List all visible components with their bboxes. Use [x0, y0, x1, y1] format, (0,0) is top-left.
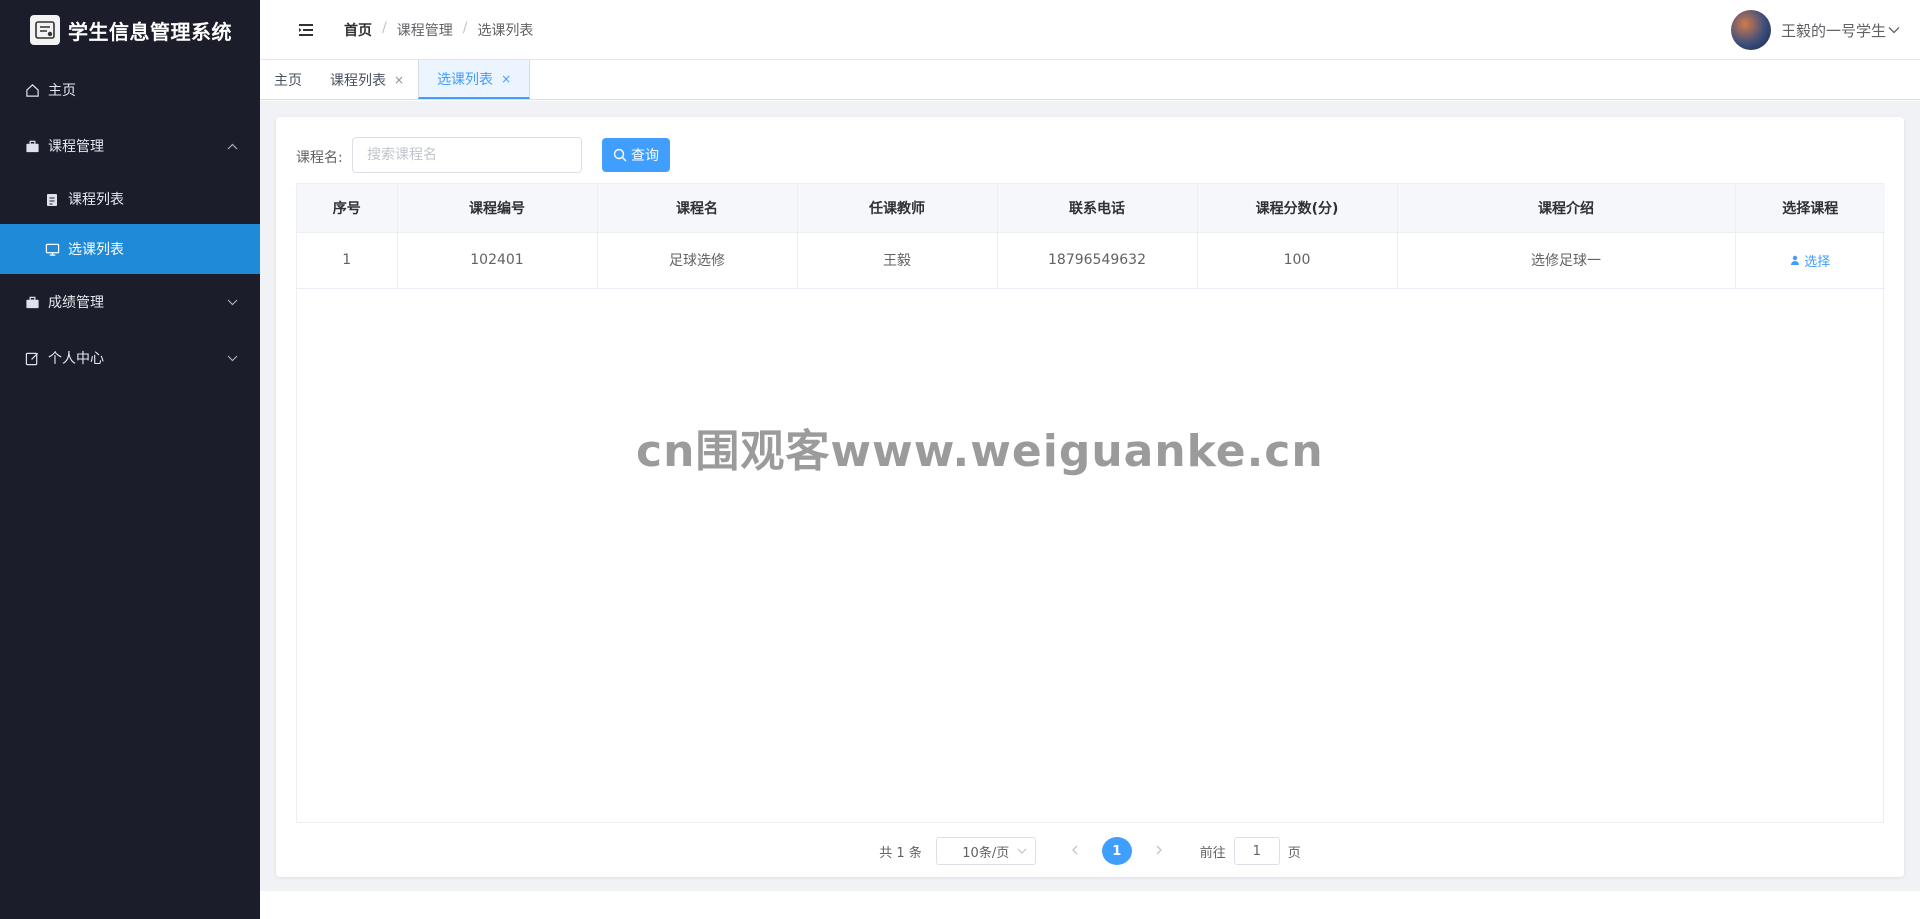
chevron-down-icon [227, 295, 238, 309]
table-row: 1 102401 足球选修 王毅 18796549632 100 选修足球一 选… [297, 232, 1885, 289]
column-header: 课程介绍 [1397, 184, 1736, 233]
edit-icon [24, 350, 40, 366]
column-header: 课程编号 [397, 184, 598, 233]
breadcrumb-separator: / [382, 20, 387, 36]
watermark-text: cn围观客www.weiguanke.cn [636, 426, 1324, 477]
close-icon[interactable]: × [394, 73, 404, 87]
chevron-down-icon [227, 351, 238, 365]
briefcase-icon [24, 294, 40, 310]
sidebar-item-label: 课程管理 [48, 139, 104, 155]
sidebar: 学生信息管理系统 主页 课程管理 课程列表 选课列表 成绩管理 个人中心 [0, 0, 260, 919]
breadcrumb-course-management: 课程管理 [396, 23, 453, 39]
user-icon [1790, 255, 1800, 265]
column-header: 序号 [297, 184, 398, 233]
user-name[interactable]: 王毅的一号学生 [1781, 20, 1886, 41]
breadcrumb-separator: / [462, 20, 468, 36]
tab-label: 课程列表 [330, 72, 386, 89]
column-header: 联系电话 [997, 184, 1198, 233]
column-header: 任课教师 [797, 184, 998, 233]
cell-index: 1 [297, 232, 398, 289]
tab-course-list[interactable]: 课程列表 × [316, 60, 418, 99]
prev-page-icon[interactable] [1060, 843, 1090, 859]
search-button[interactable]: 查询 [602, 138, 670, 172]
sidebar-item-label: 主页 [48, 83, 76, 99]
search-label: 课程名: [296, 150, 343, 166]
breadcrumb-selected-courses: 选课列表 [477, 23, 534, 39]
tabs-bar: 主页 课程列表 × 选课列表 × [260, 60, 1920, 100]
cell-course-name: 足球选修 [597, 232, 798, 289]
column-header: 课程名 [597, 184, 798, 233]
monitor-icon [44, 241, 60, 257]
sidebar-item-home[interactable]: 主页 [0, 62, 260, 118]
breadcrumb-home[interactable]: 首页 [344, 20, 372, 40]
user-menu[interactable]: 王毅的一号学生 [1730, 10, 1900, 50]
goto-label: 前往 [1199, 845, 1226, 861]
pagination: 共 1 条 10条/页 1 前往 页 [276, 837, 1904, 865]
chevron-up-icon [227, 139, 238, 153]
chevron-down-icon [1017, 846, 1027, 857]
tab-label: 主页 [274, 72, 302, 89]
content-card: 课程名: 查询 序号 课程编号 课程名 任课教师 联系电话 课程分数(分) 课程… [276, 117, 1904, 877]
cell-intro: 选修足球一 [1397, 232, 1736, 289]
cell-action: 选择 [1735, 232, 1885, 289]
page-word-label: 页 [1287, 845, 1301, 861]
select-course-label: 选择 [1804, 254, 1831, 270]
cell-phone: 18796549632 [997, 232, 1198, 289]
sidebar-item-label: 课程列表 [68, 192, 124, 208]
app-title: 学生信息管理系统 [68, 19, 232, 44]
close-icon[interactable]: × [501, 72, 511, 86]
search-button-label: 查询 [631, 148, 659, 164]
top-header: 首页 / 课程管理 / 选课列表 王毅的一号学生 [260, 0, 1920, 60]
breadcrumb: 首页 / 课程管理 / 选课列表 [344, 20, 533, 40]
next-page-icon[interactable] [1144, 843, 1174, 859]
sidebar-item-label: 成绩管理 [48, 295, 104, 311]
goto-page-input[interactable] [1233, 837, 1280, 865]
document-icon [44, 191, 60, 207]
briefcase-icon [24, 138, 40, 154]
sidebar-item-label: 个人中心 [48, 351, 104, 367]
home-icon [24, 82, 40, 98]
page-size-value: 10条/页 [962, 845, 1010, 861]
cell-score: 100 [1197, 232, 1398, 289]
sidebar-item-course-management[interactable]: 课程管理 [0, 118, 260, 174]
column-header: 课程分数(分) [1197, 184, 1398, 233]
cell-course-id: 102401 [397, 232, 598, 289]
table-header-row: 序号 课程编号 课程名 任课教师 联系电话 课程分数(分) 课程介绍 选择课程 [297, 184, 1885, 233]
tab-label: 选课列表 [437, 71, 494, 88]
app-logo [30, 15, 60, 45]
chevron-down-icon[interactable] [1888, 23, 1900, 37]
search-icon [613, 148, 627, 162]
sidebar-item-label: 选课列表 [68, 242, 124, 258]
avatar[interactable] [1730, 10, 1771, 50]
course-table: 序号 课程编号 课程名 任课教师 联系电话 课程分数(分) 课程介绍 选择课程 … [296, 183, 1885, 823]
page-size-select[interactable]: 10条/页 [935, 837, 1036, 865]
menu-toggle-icon[interactable] [298, 22, 314, 38]
pagination-total: 共 1 条 [879, 845, 922, 861]
cell-teacher: 王毅 [797, 232, 998, 289]
search-input[interactable] [352, 137, 582, 173]
sidebar-item-selected-courses[interactable]: 选课列表 [0, 224, 260, 274]
sidebar-item-grade-management[interactable]: 成绩管理 [0, 274, 260, 330]
select-course-button[interactable]: 选择 [1790, 251, 1830, 270]
sidebar-item-personal-center[interactable]: 个人中心 [0, 330, 260, 386]
page-number-current[interactable]: 1 [1101, 837, 1132, 865]
brand: 学生信息管理系统 [0, 0, 260, 60]
tab-selected-courses[interactable]: 选课列表 × [418, 60, 531, 99]
tab-home[interactable]: 主页 [260, 60, 316, 99]
column-header: 选择课程 [1735, 184, 1885, 233]
sidebar-item-course-list[interactable]: 课程列表 [0, 174, 260, 224]
